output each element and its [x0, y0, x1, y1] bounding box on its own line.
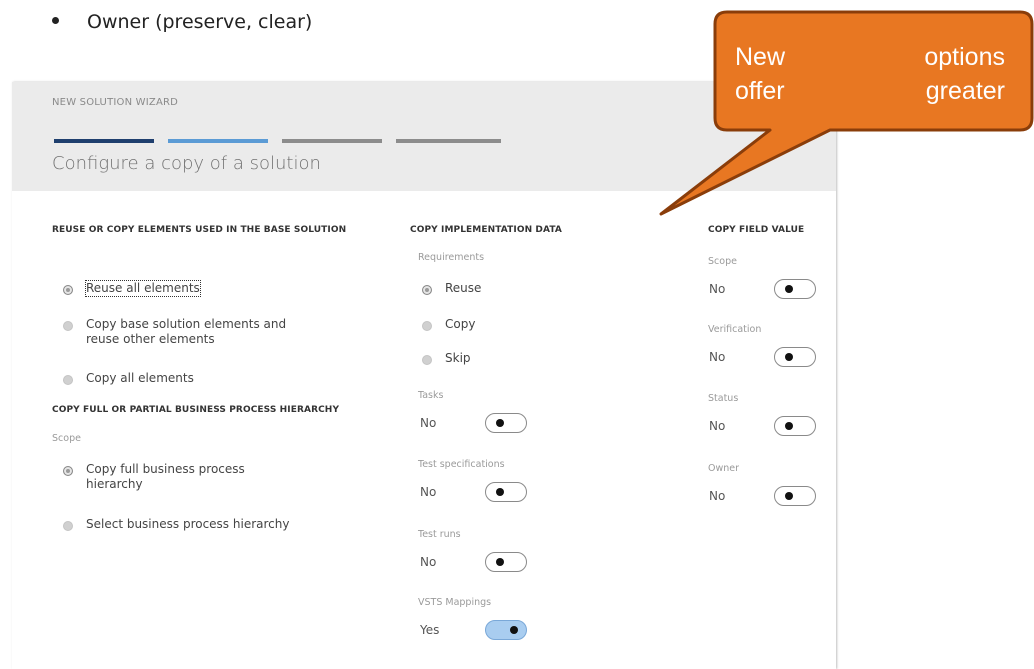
test-runs-value: No: [420, 555, 437, 569]
test-specs-value: No: [420, 485, 437, 499]
radio-reuse-all[interactable]: [63, 285, 73, 295]
field-section-heading: COPY FIELD VALUE: [708, 225, 805, 235]
radio-copy-all[interactable]: [63, 375, 73, 385]
test-specs-toggle[interactable]: [485, 482, 527, 502]
wizard-label: NEW SOLUTION WIZARD: [52, 97, 179, 108]
option-copy-all-label[interactable]: Copy all elements: [86, 371, 194, 386]
callout-line-1: New options: [735, 40, 1005, 74]
radio-req-copy[interactable]: [422, 321, 432, 331]
bullet-dot: [52, 17, 59, 24]
option-reuse-all-label[interactable]: Reuse all elements: [85, 280, 201, 297]
radio-copy-full-hierarchy[interactable]: [63, 466, 73, 476]
option-copy-base-line1: Copy base solution elements and: [86, 317, 287, 331]
status-toggle[interactable]: [774, 416, 816, 436]
step-1: [54, 139, 154, 143]
radio-copy-base[interactable]: [63, 321, 73, 331]
owner-value: No: [709, 489, 726, 503]
owner-label: Owner: [708, 463, 740, 474]
option-select-hierarchy-label[interactable]: Select business process hierarchy: [86, 517, 289, 532]
vsts-mappings-value: Yes: [420, 623, 440, 637]
verification-value: No: [709, 350, 726, 364]
callout-line-2: offer greater: [735, 74, 1005, 108]
verification-label: Verification: [708, 324, 762, 335]
requirements-label: Requirements: [418, 252, 485, 263]
callout-word-offer: offer: [735, 77, 785, 105]
radio-req-reuse[interactable]: [422, 285, 432, 295]
step-4: [396, 139, 501, 143]
callout-word-new: New: [735, 43, 786, 71]
callout-text: New options offer greater: [735, 40, 1005, 108]
scope-toggle[interactable]: [774, 279, 816, 299]
hierarchy-section-heading: COPY FULL OR PARTIAL BUSINESS PROCESS HI…: [52, 405, 340, 415]
bullet-text: Owner (preserve, clear): [87, 11, 313, 33]
tasks-label: Tasks: [418, 390, 444, 401]
verification-toggle[interactable]: [774, 347, 816, 367]
test-runs-toggle[interactable]: [485, 552, 527, 572]
scope-label: Scope: [708, 256, 737, 267]
req-skip-label[interactable]: Skip: [445, 351, 471, 366]
status-value: No: [709, 419, 726, 433]
hierarchy-scope-label: Scope: [52, 433, 81, 444]
step-3: [282, 139, 382, 143]
radio-req-skip[interactable]: [422, 355, 432, 365]
option-copy-full-hierarchy-label[interactable]: Copy full business process hierarchy: [86, 462, 245, 492]
option-copy-full-line1: Copy full business process: [86, 462, 245, 476]
test-runs-label: Test runs: [418, 529, 461, 540]
req-copy-label[interactable]: Copy: [445, 317, 475, 332]
tasks-value: No: [420, 416, 437, 430]
callout-word-greater: greater: [925, 77, 1005, 105]
tasks-toggle[interactable]: [485, 413, 527, 433]
scope-value: No: [709, 282, 726, 296]
vsts-mappings-toggle[interactable]: [485, 620, 527, 640]
vsts-mappings-label: VSTS Mappings: [418, 597, 492, 608]
owner-toggle[interactable]: [774, 486, 816, 506]
req-reuse-label[interactable]: Reuse: [445, 281, 481, 296]
status-label: Status: [708, 393, 739, 404]
wizard-header: NEW SOLUTION WIZARD Configure a copy of …: [12, 82, 836, 191]
page-title: Configure a copy of a solution: [52, 153, 321, 174]
radio-select-hierarchy[interactable]: [63, 521, 73, 531]
step-2: [168, 139, 268, 143]
reuse-section-heading: REUSE OR COPY ELEMENTS USED IN THE BASE …: [52, 225, 347, 235]
test-specs-label: Test specifications: [418, 459, 505, 470]
option-copy-base-label[interactable]: Copy base solution elements and reuse ot…: [86, 317, 286, 347]
option-copy-base-line2: reuse other elements: [86, 332, 215, 346]
option-copy-full-line2: hierarchy: [86, 477, 143, 491]
impl-section-heading: COPY IMPLEMENTATION DATA: [410, 225, 562, 235]
callout-word-options: options: [924, 43, 1005, 71]
wizard-panel: NEW SOLUTION WIZARD Configure a copy of …: [12, 82, 836, 669]
bullet-item: Owner (preserve, clear): [52, 11, 312, 33]
